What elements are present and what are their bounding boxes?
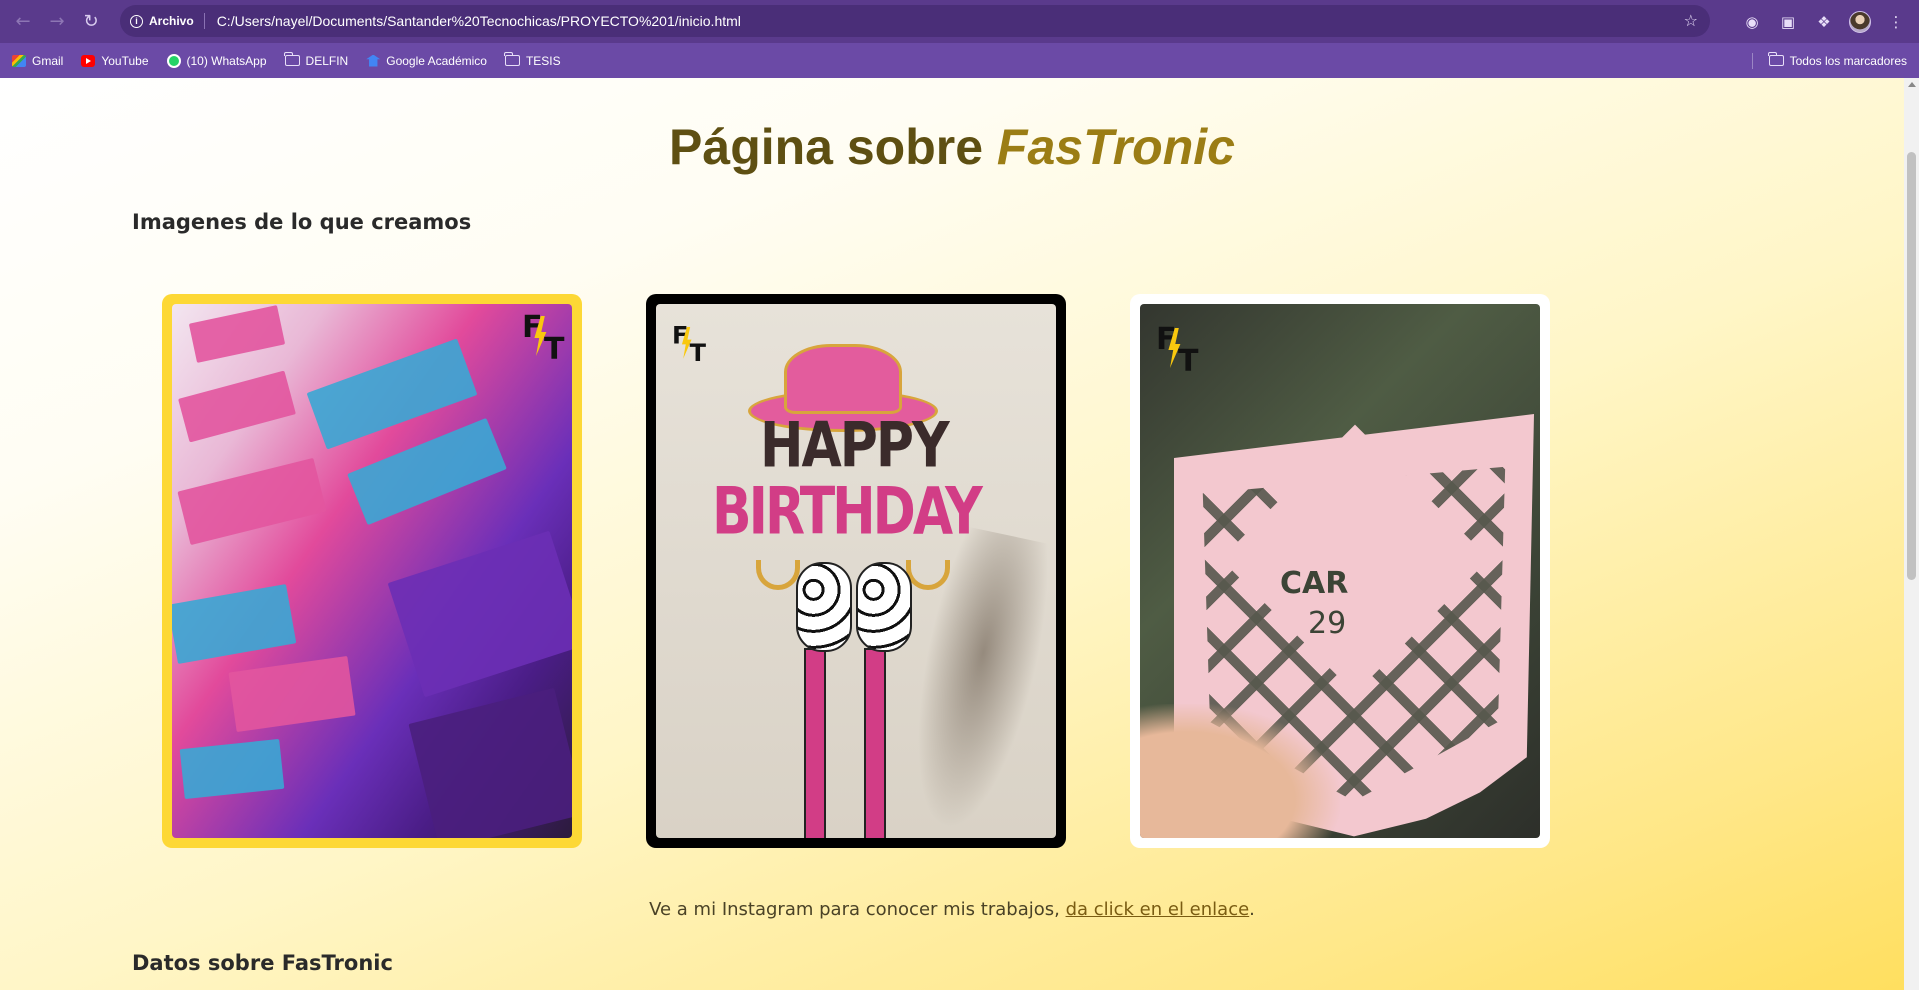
scholar-icon xyxy=(366,54,381,67)
decor-shape xyxy=(188,305,286,363)
cake-topper-photo: HAPPY BIRTHDAY F T xyxy=(656,304,1056,838)
bookmark-label: Google Académico xyxy=(386,53,487,68)
page-scrollbar[interactable] xyxy=(1904,78,1919,990)
decor-shape xyxy=(408,687,572,838)
bookmark-folder-tesis[interactable]: TESIS xyxy=(504,52,561,68)
bookmark-whatsapp[interactable]: (10) WhatsApp xyxy=(166,53,267,68)
bookmark-google-scholar[interactable]: Google Académico xyxy=(366,54,487,68)
menu-kebab-icon[interactable]: ⋮ xyxy=(1885,11,1907,33)
bookmark-folder-delfin[interactable]: DELFIN xyxy=(284,52,349,68)
fastronic-logo: F T xyxy=(672,322,706,368)
topper-stick xyxy=(804,648,826,838)
title-brand: FasTronic xyxy=(996,119,1235,175)
logo-t: T xyxy=(544,332,565,367)
bookmark-gmail[interactable]: Gmail xyxy=(12,54,63,68)
bookmarks-divider xyxy=(1752,53,1753,69)
bookmark-label: (10) WhatsApp xyxy=(186,53,267,68)
bookmark-label: YouTube xyxy=(101,53,149,68)
all-bookmarks-label: Todos los marcadores xyxy=(1789,53,1907,68)
all-bookmarks-button[interactable]: Todos los marcadores xyxy=(1768,43,1907,78)
instagram-text: Ve a mi Instagram para conocer mis traba… xyxy=(649,899,1066,920)
address-bar[interactable]: i Archivo C:/Users/nayel/Documents/Santa… xyxy=(120,5,1710,37)
bookmark-youtube[interactable]: YouTube xyxy=(81,53,149,68)
topper-stick xyxy=(864,648,886,838)
bookmarks-bar: Gmail YouTube (10) WhatsApp DELFIN Googl… xyxy=(0,43,1919,78)
gmail-icon xyxy=(12,54,26,67)
datos-heading: Datos sobre FasTronic xyxy=(132,951,393,975)
fastronic-logo: F T xyxy=(1156,322,1206,379)
gallery-card-1: F T xyxy=(162,294,582,848)
fastronic-logo: F T xyxy=(522,310,572,367)
bookmark-label: DELFIN xyxy=(305,53,349,68)
folder-icon xyxy=(1768,52,1784,66)
scroll-up-arrow-icon[interactable] xyxy=(1908,82,1916,87)
topper-happy-text: HAPPY xyxy=(760,410,950,482)
url-text[interactable]: C:/Users/nayel/Documents/Santander%20Tec… xyxy=(217,13,741,29)
hand-shape xyxy=(1140,704,1340,838)
decor-shape xyxy=(228,655,356,733)
gallery-card-3: CAR 29 F T xyxy=(1130,294,1550,848)
cutout-car-text: CAR xyxy=(1280,566,1349,601)
decor-shape xyxy=(179,738,285,800)
horseshoe-icon xyxy=(756,560,800,590)
page-content: Página sobre FasTronic Imagenes de lo qu… xyxy=(0,78,1904,990)
decor-shape xyxy=(172,584,297,664)
profile-avatar[interactable] xyxy=(1849,10,1871,33)
cutout-number-text: 29 xyxy=(1308,606,1347,641)
logo-t: T xyxy=(1178,344,1199,379)
browser-toolbar: ← → ↻ i Archivo C:/Users/nayel/Documents… xyxy=(0,0,1919,43)
topper-number-9 xyxy=(856,562,912,652)
cowboy-hat-crown xyxy=(784,344,902,414)
youtube-icon xyxy=(81,54,96,67)
decor-shape xyxy=(387,530,572,698)
whatsapp-icon xyxy=(166,53,181,68)
topper-birthday-text: BIRTHDAY xyxy=(712,474,983,550)
gallery-card-2: HAPPY BIRTHDAY F T xyxy=(646,294,1066,848)
bookmark-label: Gmail xyxy=(32,53,64,68)
topper-number-2 xyxy=(796,562,852,652)
papel-picado-photo: F T xyxy=(172,304,572,838)
extension-icon[interactable]: ◉ xyxy=(1741,11,1763,33)
title-plain: Página sobre xyxy=(669,119,997,175)
decor-shape xyxy=(347,417,507,526)
scrollbar-thumb[interactable] xyxy=(1907,152,1916,580)
images-heading: Imagenes de lo que creamos xyxy=(132,210,472,234)
forward-icon[interactable]: → xyxy=(40,5,74,39)
reload-icon[interactable]: ↻ xyxy=(74,5,108,39)
save-to-device-icon[interactable]: ▣ xyxy=(1777,11,1799,33)
folder-icon xyxy=(504,52,520,66)
decor-shape xyxy=(177,457,327,546)
toolbar-actions: ◉ ▣ ❖ ⋮ xyxy=(1741,0,1919,43)
site-info-chip[interactable]: i Archivo xyxy=(130,14,194,28)
bookmark-star-icon[interactable]: ☆ xyxy=(1684,11,1698,30)
page-title: Página sobre FasTronic xyxy=(0,118,1904,176)
folder-icon xyxy=(284,52,300,66)
papel-picado-car-photo: CAR 29 F T xyxy=(1140,304,1540,838)
instagram-paragraph: Ve a mi Instagram para conocer mis traba… xyxy=(0,899,1904,920)
site-info-label: Archivo xyxy=(149,14,194,28)
omnibox-divider xyxy=(203,13,205,29)
logo-t: T xyxy=(689,339,706,368)
bookmark-label: TESIS xyxy=(525,53,561,68)
info-icon: i xyxy=(130,14,143,28)
back-icon[interactable]: ← xyxy=(6,5,40,39)
instagram-link[interactable]: da click en el enlace xyxy=(1066,899,1250,920)
extensions-puzzle-icon[interactable]: ❖ xyxy=(1813,11,1835,33)
instagram-end: . xyxy=(1249,899,1255,920)
decor-shape xyxy=(178,370,296,443)
